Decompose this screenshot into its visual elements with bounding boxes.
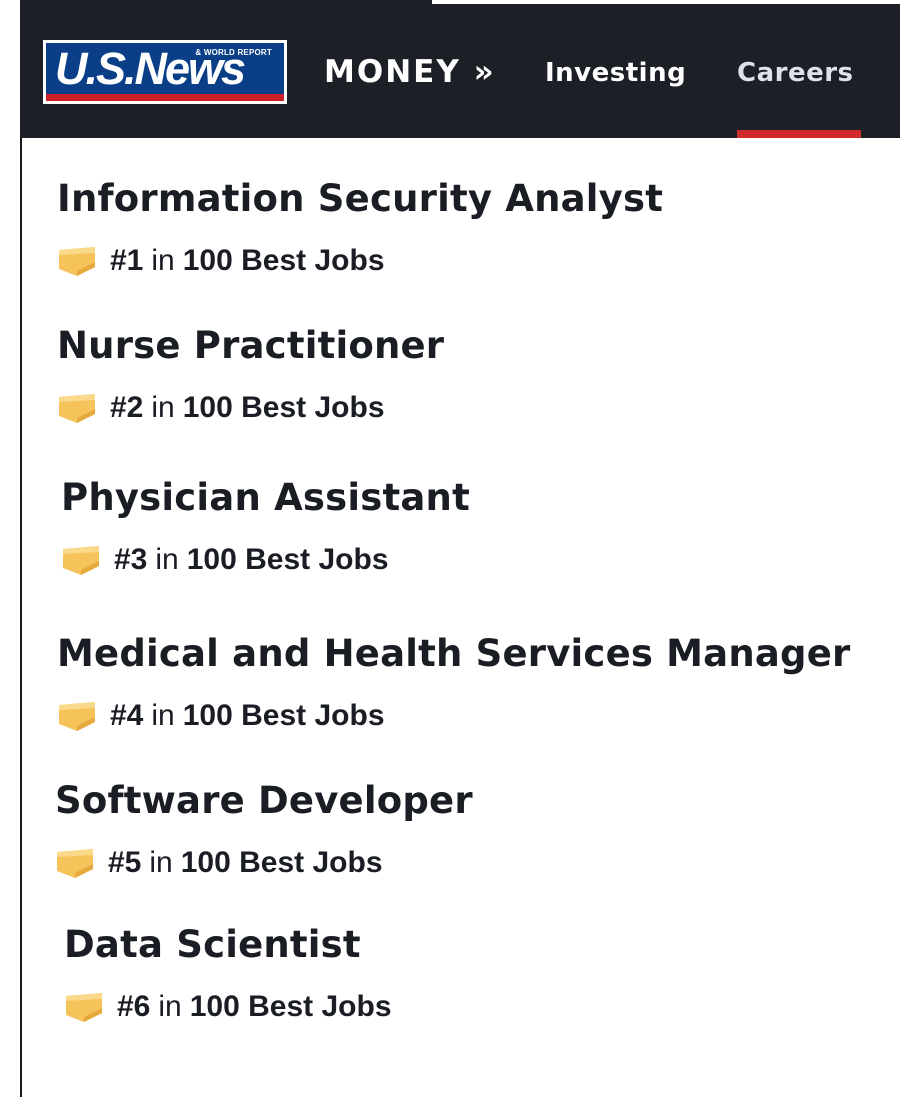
top-edge-gap [432, 0, 900, 4]
ranking-list-link[interactable]: 100 Best Jobs [183, 244, 385, 278]
ribbon-badge-icon [59, 702, 95, 731]
page-frame-edge [20, 0, 22, 1097]
ranking-list-link[interactable]: 100 Best Jobs [187, 543, 389, 577]
rank-row: #3 in 100 Best Jobs [61, 543, 389, 577]
job-entry: Information Security Analyst #1 in 100 B… [57, 176, 663, 277]
job-title-link[interactable]: Software Developer [55, 778, 473, 824]
ribbon-badge-icon [59, 247, 95, 276]
rank-number: #4 [110, 699, 144, 732]
job-entry: Software Developer #5 in 100 Best Jobs [55, 778, 473, 879]
job-title-link[interactable]: Physician Assistant [61, 475, 470, 521]
rank-connector: in [149, 846, 173, 879]
logo-tagline: & WORLD REPORT [195, 48, 272, 57]
ribbon-badge-icon [63, 546, 99, 575]
job-entry: Medical and Health Services Manager #4 i… [57, 631, 851, 732]
ranking-list-link[interactable]: 100 Best Jobs [183, 699, 385, 733]
rank-number: #2 [110, 391, 144, 424]
job-entry: Data Scientist #6 in 100 Best Jobs [64, 922, 392, 1023]
job-entry: Nurse Practitioner #2 in 100 Best Jobs [57, 323, 444, 424]
section-money-link[interactable]: MONEY » [324, 52, 496, 92]
ribbon-badge-icon [59, 394, 95, 423]
rank-number: #6 [117, 990, 151, 1023]
rank-number: #3 [114, 543, 148, 576]
rank-row: #1 in 100 Best Jobs [57, 244, 385, 278]
rank-connector: in [158, 990, 182, 1023]
rank-row: #5 in 100 Best Jobs [55, 846, 383, 880]
rank-connector: in [151, 244, 175, 277]
rank-row: #2 in 100 Best Jobs [57, 391, 385, 425]
usnews-logo[interactable]: U.S.News & WORLD REPORT [43, 40, 287, 104]
rank-connector: in [155, 543, 179, 576]
logo-panel: U.S.News & WORLD REPORT [46, 43, 284, 101]
rank-connector: in [151, 391, 175, 424]
job-title-link[interactable]: Medical and Health Services Manager [57, 631, 851, 677]
active-tab-indicator [737, 130, 861, 138]
ribbon-badge-icon [66, 993, 102, 1022]
rank-connector: in [151, 699, 175, 732]
ranking-list-link[interactable]: 100 Best Jobs [181, 846, 383, 880]
nav-careers-link[interactable]: Careers [737, 55, 854, 91]
job-title-link[interactable]: Nurse Practitioner [57, 323, 444, 369]
ranking-list-link[interactable]: 100 Best Jobs [190, 990, 392, 1024]
job-title-link[interactable]: Data Scientist [64, 922, 361, 968]
job-entry: Physician Assistant #3 in 100 Best Jobs [61, 475, 470, 576]
job-title-link[interactable]: Information Security Analyst [57, 176, 663, 222]
ribbon-badge-icon [57, 849, 93, 878]
rank-number: #5 [108, 846, 142, 879]
rank-row: #4 in 100 Best Jobs [57, 699, 385, 733]
ranking-list-link[interactable]: 100 Best Jobs [183, 391, 385, 425]
nav-investing-link[interactable]: Investing [545, 55, 686, 91]
rank-number: #1 [110, 244, 144, 277]
rank-row: #6 in 100 Best Jobs [64, 990, 392, 1024]
